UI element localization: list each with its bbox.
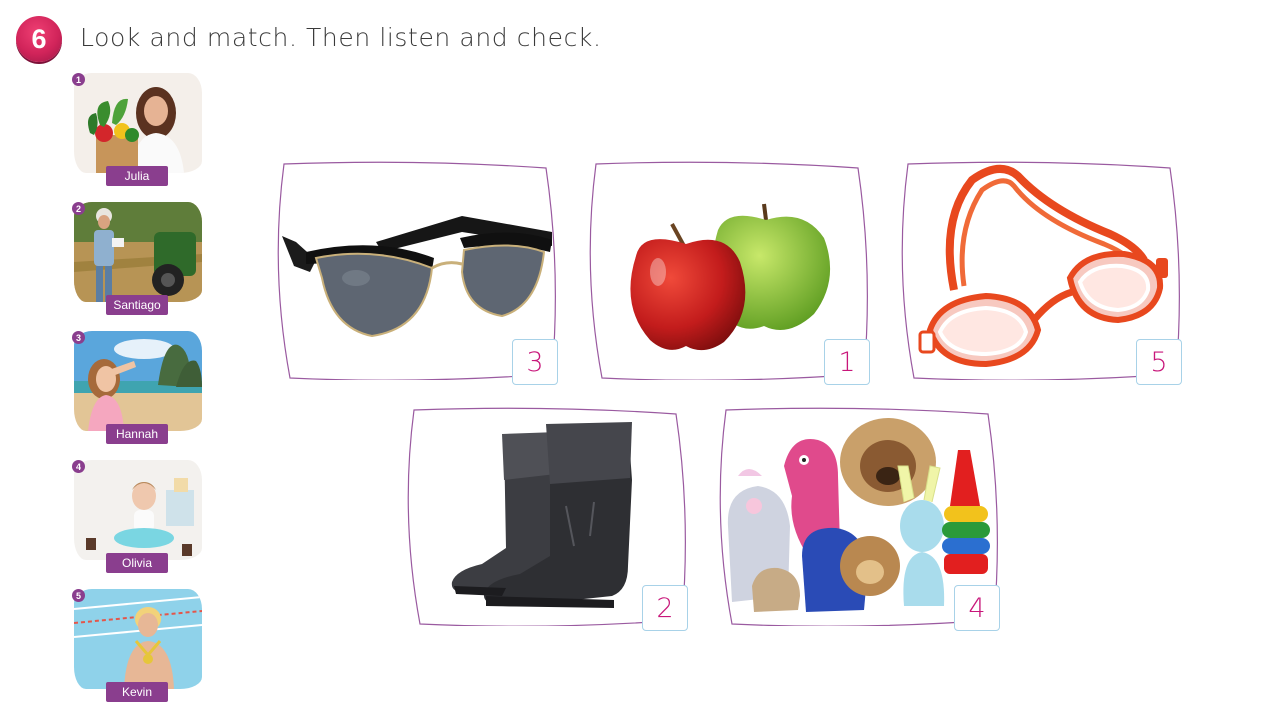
object-card-goggles[interactable]: 5 [900,160,1182,385]
object-card-apples[interactable]: 1 [588,160,870,385]
person-card-hannah[interactable]: 3 Hannah [72,331,202,449]
task-number-badge: 6 [16,16,62,62]
answer-number-box[interactable]: 4 [954,585,1000,631]
person-number: 2 [72,202,85,215]
answer-number-box[interactable]: 3 [512,339,558,385]
task-instruction: Look and match. Then listen and check. [80,23,602,52]
person-name-tag: Kevin [106,682,168,702]
person-name-tag: Santiago [106,295,168,315]
object-card-toys[interactable]: 4 [718,406,1000,631]
julia-photo [74,73,202,173]
person-number: 3 [72,331,85,344]
person-card-kevin[interactable]: 5 Kevin [72,589,202,707]
object-card-sunglasses[interactable]: 3 [276,160,558,385]
hannah-photo [74,331,202,431]
person-card-julia[interactable]: 1 Julia [72,73,202,191]
santiago-photo [74,202,202,302]
answer-number-box[interactable]: 2 [642,585,688,631]
person-name-tag: Olivia [106,553,168,573]
answer-number-box[interactable]: 1 [824,339,870,385]
kevin-photo [74,589,202,689]
person-name-tag: Hannah [106,424,168,444]
olivia-photo [74,460,202,560]
person-number: 4 [72,460,85,473]
person-card-olivia[interactable]: 4 Olivia [72,460,202,578]
person-card-santiago[interactable]: 2 Santiago [72,202,202,320]
person-name-tag: Julia [106,166,168,186]
object-card-boots[interactable]: 2 [406,406,688,631]
answer-number-box[interactable]: 5 [1136,339,1182,385]
person-number: 1 [72,73,85,86]
person-number: 5 [72,589,85,602]
